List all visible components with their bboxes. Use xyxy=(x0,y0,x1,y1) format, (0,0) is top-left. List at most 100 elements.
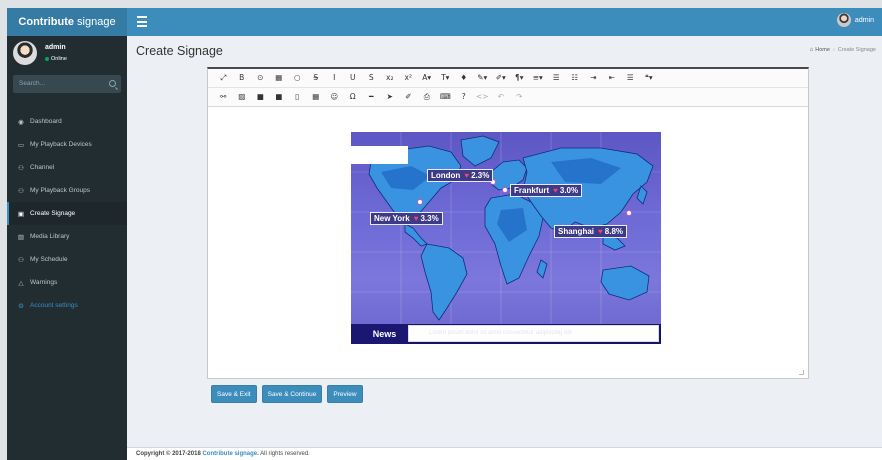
search-input[interactable]: Search... xyxy=(13,75,121,93)
outdent-icon[interactable]: ⇤ xyxy=(603,71,622,85)
city-name: New York xyxy=(374,214,410,223)
sidebar-item-warnings[interactable]: △ Warnings xyxy=(7,271,127,294)
monitor-icon: ▭ xyxy=(17,141,25,149)
preview-button[interactable]: Preview xyxy=(327,385,363,403)
circle-icon[interactable]: ⊙ xyxy=(251,71,270,85)
top-bar: Contribute signage admin xyxy=(7,8,882,36)
quote-icon[interactable]: ❝▾ xyxy=(640,71,659,85)
paragraph-icon[interactable]: ¶▾ xyxy=(510,71,529,85)
online-status: Online xyxy=(45,56,67,62)
bell-icon: △ xyxy=(18,279,24,287)
eraser-icon[interactable]: ✐ xyxy=(399,90,418,104)
breadcrumb-home[interactable]: Home xyxy=(815,47,830,53)
sidebar-item-create-signage[interactable]: ▣ Create Signage xyxy=(7,202,127,225)
pen-icon[interactable]: ✐▾ xyxy=(492,71,511,85)
circle-outline-icon[interactable]: ○ xyxy=(288,71,307,85)
undo-icon[interactable]: ↶ xyxy=(492,90,511,104)
video-icon[interactable]: ■ xyxy=(251,90,270,104)
sidebar-item-my-playback-groups[interactable]: ⚇ My Playback Groups xyxy=(7,179,127,202)
table-icon[interactable]: ▦ xyxy=(307,90,326,104)
brand-logo[interactable]: Contribute signage xyxy=(7,8,127,36)
gears-icon: ⚙ xyxy=(18,302,24,310)
font-color-icon[interactable]: A▾ xyxy=(418,71,437,85)
city-tag-london: London ♥ 2.3% xyxy=(427,169,494,182)
align-icon[interactable]: ≡▾ xyxy=(529,71,548,85)
superscript-icon[interactable]: x² xyxy=(399,71,418,85)
sidebar-item-channel[interactable]: ⚇ Channel xyxy=(7,156,127,179)
sidebar-item-label: My Playback Devices xyxy=(30,141,92,148)
sidebar-item-media-library[interactable]: ▨ Media Library xyxy=(7,225,127,248)
hamburger-menu-icon[interactable] xyxy=(137,16,147,27)
sidebar-item-label: Warnings xyxy=(30,279,58,286)
underline-icon[interactable]: U xyxy=(344,71,363,85)
signage-editor[interactable]: ⤢ B ⊙ ▦ ○ S̶ I U Sx₂ x² A▾ T▾ ♦ ✎▾ ✐▾ ¶▾ ≡▾ ☰ ☷ ⇥ ⇤ ☰ ❝▾ ⚯ ▨ ■ ■ ▯… xyxy=(207,67,809,379)
sidebar-item-dashboard[interactable]: ◉ Dashboard xyxy=(7,110,127,133)
code-view-icon[interactable]: <> xyxy=(473,90,492,104)
subscript-icon[interactable]: x₂ xyxy=(381,71,400,85)
drop-icon[interactable]: ♦ xyxy=(455,71,474,85)
editor-toolbar-row-1: ⤢ B ⊙ ▦ ○ S̶ I U Sx₂ x² A▾ T▾ ♦ ✎▾ ✐▾ ¶▾ ≡▾ ☰ ☷ ⇥ ⇤ ☰ ❝▾ xyxy=(208,69,808,88)
online-dot-icon xyxy=(45,57,49,61)
navbar: admin xyxy=(127,8,882,36)
sidebar-item-my-playback-devices[interactable]: ▭ My Playback Devices xyxy=(7,133,127,156)
redo-icon[interactable]: ↷ xyxy=(510,90,529,104)
print-icon[interactable]: ⎙ xyxy=(418,90,437,104)
users-icon: ⚇ xyxy=(18,164,24,172)
sidebar-avatar xyxy=(13,41,37,65)
italic-icon[interactable]: I xyxy=(325,71,344,85)
page-title: Create Signage xyxy=(136,44,223,58)
sidebar-item-label: Channel xyxy=(30,164,55,171)
keyboard-icon[interactable]: ⌨ xyxy=(436,90,455,104)
sidebar: admin Online Search... ◉ Dashboard ▭ My Pla… xyxy=(7,36,127,460)
online-status-label: Online xyxy=(51,56,67,62)
image-icon[interactable]: ▨ xyxy=(233,90,252,104)
brush-icon[interactable]: ✎▾ xyxy=(473,71,492,85)
bold-icon[interactable]: B xyxy=(233,71,252,85)
sidebar-item-account-settings[interactable]: ⚙ Account settings xyxy=(7,294,127,317)
sidebar-item-my-schedule[interactable]: ⚇ My Schedule xyxy=(7,248,127,271)
help-icon[interactable]: ? xyxy=(455,90,474,104)
unordered-list-icon[interactable]: ☷ xyxy=(566,71,585,85)
users-icon: ⚇ xyxy=(18,187,24,195)
indent-icon[interactable]: ⇥ xyxy=(584,71,603,85)
emoticon-icon[interactable]: ☺ xyxy=(325,90,344,104)
footer-rights: All rights reserved. xyxy=(260,451,310,457)
font-size-icon[interactable]: T▾ xyxy=(436,71,455,85)
breadcrumb: ⌂ Home › Create Signage xyxy=(810,47,876,53)
camera-icon[interactable]: ■ xyxy=(270,90,289,104)
heart-icon: ♥ xyxy=(598,227,603,236)
footer: Copyright © 2017-2018 Contribute signage… xyxy=(127,447,882,460)
avatar xyxy=(836,13,851,27)
news-ticker: Lorem ipsum dolor sit amet consectetur a… xyxy=(408,325,659,342)
align-justify-icon[interactable]: ☰ xyxy=(621,71,640,85)
table-icon[interactable]: ▦ xyxy=(270,71,289,85)
users-icon: ⚇ xyxy=(18,256,24,264)
hr-icon[interactable]: ━ xyxy=(362,90,381,104)
city-name: Frankfurt xyxy=(514,186,550,195)
save-exit-button[interactable]: Save & Exit xyxy=(211,385,257,403)
special-char-icon[interactable]: Ω xyxy=(344,90,363,104)
user-panel: admin Online xyxy=(7,36,127,78)
link-icon[interactable]: ⚯ xyxy=(214,90,233,104)
sidebar-item-label: Account settings xyxy=(30,302,78,309)
save-continue-button[interactable]: Save & Continue xyxy=(261,385,323,403)
strike-through-icon[interactable]: S̶ xyxy=(307,71,326,85)
city-change: 8.8% xyxy=(604,227,623,236)
brand-name-light: signage xyxy=(77,16,116,28)
home-icon[interactable]: ⌂ xyxy=(810,47,814,53)
sidebar-item-label: My Schedule xyxy=(30,256,68,263)
footer-brand-link[interactable]: Contribute signage. xyxy=(202,451,258,457)
signage-world-map[interactable]: London ♥ 2.3% Frankfurt ♥ 3.0% New York … xyxy=(351,132,661,344)
search-icon[interactable] xyxy=(109,80,116,87)
strikethrough-icon[interactable]: S xyxy=(362,71,381,85)
app-window: Contribute signage admin admin Online Se… xyxy=(7,8,882,460)
news-ticker-bar: News Lorem ipsum dolor sit amet consecte… xyxy=(351,324,661,344)
sidebar-item-label: Create Signage xyxy=(30,210,76,217)
ordered-list-icon[interactable]: ☰ xyxy=(547,71,566,85)
city-tag-frankfurt: Frankfurt ♥ 3.0% xyxy=(510,184,583,197)
file-icon[interactable]: ▯ xyxy=(288,90,307,104)
user-menu[interactable]: admin xyxy=(836,13,874,27)
cursor-icon[interactable]: ➤ xyxy=(381,90,400,104)
expand-icon[interactable]: ⤢ xyxy=(214,71,233,85)
resize-handle-icon[interactable] xyxy=(799,370,804,375)
